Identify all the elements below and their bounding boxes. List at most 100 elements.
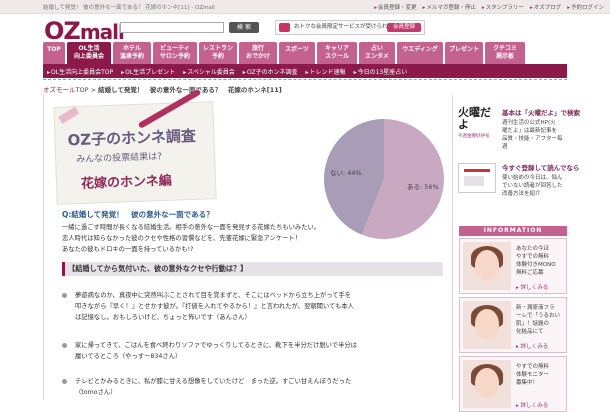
- info-ad-line: 募集中！: [516, 380, 539, 386]
- title-line-3: 花嫁のホンネ編: [80, 173, 173, 192]
- divider: [43, 78, 567, 80]
- info-ad-line: 体験モニター: [516, 372, 550, 378]
- weekly-badge: 火曜だよ 今週金曜好評号: [458, 107, 496, 143]
- section-heading: 【結婚してから気付いた、彼の意外なクセや行動は？】: [62, 262, 443, 276]
- nav-tab[interactable]: OL生活 向上委員会: [67, 42, 111, 64]
- subnav-present[interactable]: OL生活プレゼント: [121, 67, 175, 76]
- site-logo[interactable]: OZmall: [44, 17, 125, 45]
- pie-label-no: ない: 44%: [330, 169, 362, 177]
- nav-tab[interactable]: TOP: [43, 42, 65, 64]
- info-ad-line: ーレで「うるおい: [516, 313, 561, 319]
- top-strip: 結婚して発覚！ 彼の意外な一面である？ 花嫁のホンネ[11] - OZmall …: [0, 0, 610, 14]
- pie-label-yes: ある: 56%: [407, 183, 439, 191]
- weekly-desc-line: 曜だよ」は最新記事を: [502, 128, 558, 134]
- top-link-newsletter[interactable]: メルマガ登録・停止: [423, 3, 476, 11]
- info-ad[interactable]: 新・潤原液フラ ーレで「うるおい 肌」！話題の 化粧品にて 詳しくみる: [459, 297, 567, 353]
- answer-item: 家に帰ってきて、ごはんを食べ終わりソファでゆっくりしてるときに、靴下を半分だけ脱…: [62, 340, 362, 362]
- nav-tab[interactable]: スポーツ: [279, 42, 315, 64]
- model-photo: [463, 301, 511, 349]
- search-input[interactable]: [120, 22, 224, 33]
- title-line-1: OZ子のホンネ調査: [67, 126, 197, 150]
- info-ad-link[interactable]: 詳しくみる: [516, 283, 549, 291]
- answer-line: 夢遊病なのか、真夜中に突然叫ぶことされて目を覚まずと、そこにはベッドから立ち上が…: [75, 292, 352, 299]
- weekly-promo[interactable]: 火曜だよ 今週金曜好評号 基本は「火曜だよ」で検索 週刊生活の公式HP(火 曜だ…: [458, 105, 580, 153]
- info-ad-line: やすでの無料: [516, 254, 550, 260]
- info-ad-line: 化粧品にて: [516, 329, 544, 335]
- answer-line: テレビとかみるときに、私が膝に甘える想像をしていたけど まった逆。すごい甘えんぼ…: [75, 378, 352, 385]
- photo-face: [475, 250, 499, 280]
- page-tagline: 結婚して発覚！ 彼の意外な一面である？ 花嫁のホンネ[11] - OZmall: [43, 5, 215, 11]
- info-ad-line: 体験付きMONO: [516, 262, 556, 268]
- info-ad-text: 新・潤原液フラ ーレで「うるおい 肌」！話題の 化粧品にて: [516, 304, 560, 336]
- subnav-trend[interactable]: トレンド速報: [306, 67, 346, 76]
- nav-tab[interactable]: 旅行 おでかけ: [239, 42, 277, 64]
- logo-oz: OZ: [44, 17, 81, 45]
- top-link-login[interactable]: 予約ログイン: [567, 3, 604, 11]
- info-ad-link[interactable]: 詳しくみる: [516, 342, 549, 350]
- nav-tab[interactable]: 占い エンタメ: [359, 42, 395, 64]
- bookmark-promo[interactable]: 今すぐ登録して読んでなら 使い始めの今日は、悩ん でいない読者が回答した 改善方…: [458, 160, 579, 210]
- subnav-special[interactable]: スペシャル委員会: [183, 67, 235, 76]
- top-link-blog[interactable]: オズブログ: [530, 3, 562, 11]
- logo-mall: mall: [79, 20, 125, 44]
- subnav-horoscope[interactable]: 今日の13星座占い: [354, 67, 408, 76]
- bookmark-desc-line: 使い始めの今日は、悩ん: [502, 175, 563, 181]
- info-ad-line: やすでの無料: [516, 364, 550, 370]
- info-ad-line: あなたの今ほ: [516, 246, 550, 252]
- info-ad[interactable]: やすでの無料 体験モニター 募集中！ 詳しくみる: [459, 356, 567, 412]
- weekly-desc-line: 週刊生活の公式HP(火: [502, 120, 556, 126]
- member-card-icon: [279, 23, 290, 32]
- sub-nav: OL生活向上委員会TOP OL生活プレゼント スペシャル委員会 OZ子のホンネ調…: [47, 67, 407, 76]
- tape-decoration: [58, 106, 80, 124]
- answer-line: 叩きながら『早く！』とせかす彼が。『打値を入れてやるから！』と言われたが、翌朝聞…: [75, 303, 354, 310]
- weekly-badge-title: 火曜だよ: [458, 106, 491, 131]
- answer-line: （tomoさん）: [75, 389, 117, 396]
- top-link-register[interactable]: 会員登録・変更: [374, 3, 417, 11]
- intro-line: 一緒に過ごす時間が長くなる結婚生活。相手の意外な一面を発見する花嫁たちもいみたい…: [62, 224, 321, 231]
- breadcrumb-home[interactable]: オズモールTOP: [43, 86, 89, 94]
- weekly-desc-line: 品質・技能・アフター毎: [502, 136, 563, 142]
- breadcrumb: オズモールTOP > 結婚して発覚！ 彼の意外な一面である？ 花嫁のホンネ[11…: [43, 84, 282, 94]
- nav-tab[interactable]: ホテル 温泉予約: [113, 42, 151, 64]
- answer-item: 夢遊病なのか、真夜中に突然叫ぶことされて目を覚まずと、そこにはベッドから立ち上が…: [62, 290, 362, 323]
- bookmark-title[interactable]: 今すぐ登録して読んでなら: [502, 162, 579, 172]
- intro-line: 恋人時代は知らなかった彼のクセや性格の習慣などを、先輩花嫁に緊急アンケート！: [62, 235, 302, 242]
- nav-tab[interactable]: ビューティ サロン予約: [153, 42, 197, 64]
- model-photo: [463, 360, 511, 408]
- top-link-stamp-rally[interactable]: スタンプラリー: [482, 3, 524, 11]
- survey-title-art: OZ子のホンネ調査 みんなの投票結果は? 花嫁のホンネ編: [53, 88, 217, 205]
- answer-line: は記憶なし。おもしろいけど、ちょっと怖いです（あんさん）: [75, 314, 251, 321]
- breadcrumb-separator: >: [88, 86, 99, 94]
- weekly-badge-sub: 今週金曜好評号: [458, 134, 490, 139]
- answer-item: テレビとかみるときに、私が膝に甘える想像をしていたけど まった逆。すごい甘えんぼ…: [62, 376, 362, 398]
- photo-face: [475, 309, 499, 339]
- nav-tab[interactable]: ウエディング: [397, 42, 443, 64]
- info-ad-text: やすでの無料 体験モニター 募集中！: [516, 363, 549, 387]
- info-ad-line: 新・潤原液フラ: [516, 305, 555, 311]
- weekly-desc-line: 週: [502, 144, 508, 150]
- bullet-icon: [62, 379, 67, 384]
- info-ad-link[interactable]: 詳しくみる: [516, 401, 549, 409]
- register-button[interactable]: 会員登録: [387, 23, 421, 32]
- bookmark-desc-line: でいない読者が回答した: [502, 183, 563, 189]
- weekly-title[interactable]: 基本は「火曜だよ」で検索: [502, 107, 580, 117]
- survey-intro: 一緒に過ごす時間が長くなる結婚生活。相手の意外な一面を発見する花嫁たちもいみたい…: [62, 222, 322, 255]
- info-ad[interactable]: あなたの今ほ やすでの無料 体験付きMONO 無料ご応募 詳しくみる: [459, 238, 567, 294]
- search-button[interactable]: 検 索: [229, 22, 259, 33]
- member-promo-banner[interactable]: おトクな会員限定サービスが受けられる 会員登録: [275, 20, 425, 35]
- subnav-ol-top[interactable]: OL生活向上委員会TOP: [47, 67, 113, 76]
- information-header: INFORMATION: [459, 226, 567, 236]
- subnav-survey[interactable]: OZ子のホンネ調査: [243, 67, 298, 76]
- top-links: 会員登録・変更 メルマガ登録・停止 スタンプラリー オズブログ 予約ログイン: [374, 3, 604, 11]
- member-promo-text: おトクな会員限定サービスが受けられる: [294, 24, 394, 30]
- nav-tab[interactable]: キャリア スクール: [317, 42, 357, 64]
- title-line-2: みんなの投票結果は?: [76, 152, 163, 166]
- answer-line: 履いてるところ（やっすー834さん）: [75, 353, 182, 360]
- nav-tab[interactable]: クチコミ 掲示板: [485, 42, 525, 64]
- nav-tab[interactable]: レストラン 予約: [199, 42, 237, 64]
- pie-chart: [322, 117, 446, 241]
- bullet-icon: [62, 343, 67, 348]
- bookmark-desc-line: 改善方法を紹介: [502, 191, 541, 197]
- nav-tab[interactable]: プレゼント: [445, 42, 483, 64]
- bookmark-thumbnail: [458, 163, 496, 193]
